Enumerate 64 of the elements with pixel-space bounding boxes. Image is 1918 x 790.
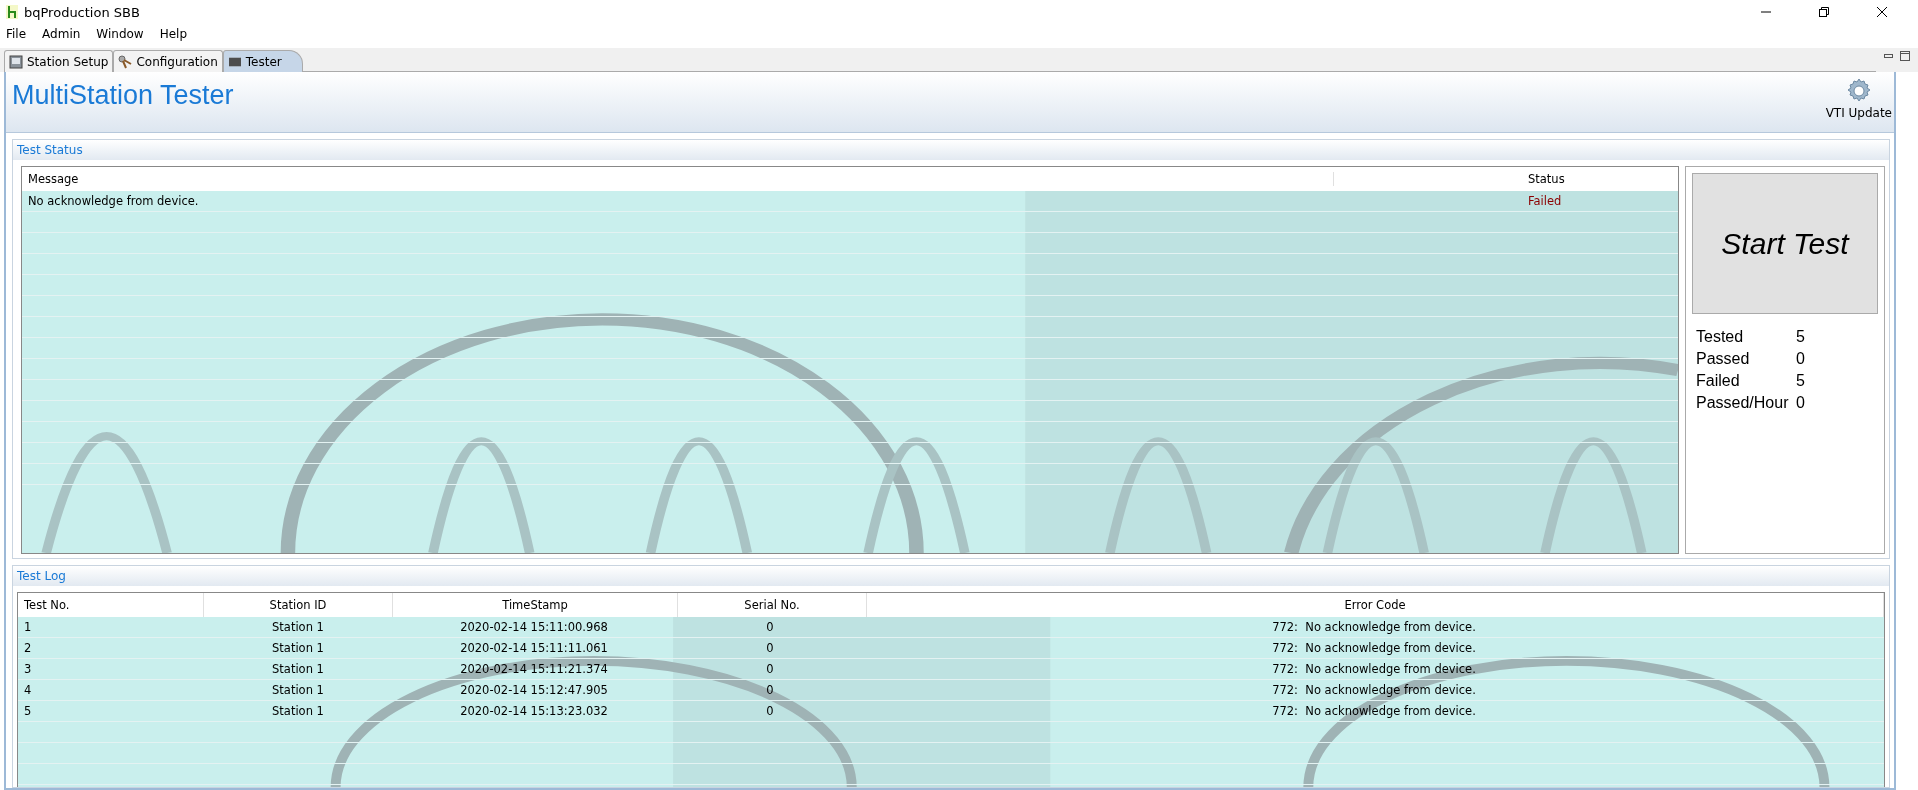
- view-tab[interactable]: Configuration: [113, 50, 223, 72]
- table-cell-text: 4: [23, 683, 33, 697]
- table-cell-text: 2020-02-14 15:11:00.968: [459, 620, 609, 634]
- table-cell-text: Station 1: [271, 641, 325, 655]
- menu-item[interactable]: Admin: [42, 27, 81, 41]
- close-icon[interactable]: [1876, 6, 1888, 18]
- menu-item[interactable]: Window: [96, 27, 144, 41]
- table-cell-text: 2020-02-14 15:13:23.032: [459, 704, 609, 718]
- table-cell-text: 2: [23, 641, 33, 655]
- restore-icon[interactable]: [1818, 6, 1830, 18]
- counter-label: Passed: [1696, 350, 1751, 368]
- counter-value: 5: [1796, 328, 1805, 346]
- table-cell-text: 1: [23, 620, 33, 634]
- menu-item[interactable]: File: [6, 27, 27, 41]
- table-cell-text: 0: [765, 662, 775, 676]
- table-cell-text: 0: [765, 620, 775, 634]
- column-header[interactable]: Message: [22, 172, 1334, 186]
- tools-icon: [118, 54, 133, 69]
- gear-icon: [1845, 78, 1872, 104]
- table-cell-text: 772: No acknowledge from device.: [1271, 662, 1477, 676]
- section-title: Test Log: [17, 569, 66, 583]
- table-cell-text: Station 1: [271, 620, 325, 634]
- column-header[interactable]: Serial No.: [678, 593, 867, 617]
- table-cell-text: 0: [765, 641, 775, 655]
- view-tab[interactable]: Station Setup: [4, 50, 114, 72]
- table-cell-text: 3: [23, 662, 33, 676]
- counter-value: 5: [1796, 372, 1805, 390]
- table-cell-text: 2020-02-14 15:12:47.905: [459, 683, 609, 697]
- table-cell-text: Failed: [1527, 194, 1563, 208]
- table-cell-text: Station 1: [271, 683, 325, 697]
- counter-label: Failed: [1696, 372, 1741, 390]
- window-title: bqProduction SBB: [24, 4, 140, 20]
- counter-label: Passed/Hour: [1696, 394, 1790, 412]
- table-cell-text: 2020-02-14 15:11:21.374: [459, 662, 609, 676]
- column-header[interactable]: TimeStamp: [393, 593, 678, 617]
- column-header[interactable]: Status: [1334, 172, 1678, 186]
- column-header[interactable]: Error Code: [867, 593, 1884, 617]
- counter-value: 0: [1796, 394, 1805, 412]
- table-cell-text: 772: No acknowledge from device.: [1271, 683, 1477, 697]
- table-cell-text: 0: [765, 683, 775, 697]
- column-header[interactable]: Station ID: [204, 593, 393, 617]
- table-cell-text: 772: No acknowledge from device.: [1271, 704, 1477, 718]
- minimize-view-icon[interactable]: [1884, 52, 1894, 60]
- counter-value: 0: [1796, 350, 1805, 368]
- menu-item[interactable]: Help: [159, 27, 188, 41]
- section-title: Test Status: [17, 143, 83, 157]
- table-cell-text: Station 1: [271, 704, 325, 718]
- column-header[interactable]: Test No.: [18, 593, 204, 617]
- table-cell-text: 0: [765, 704, 775, 718]
- table-cell-text: Station 1: [271, 662, 325, 676]
- start-test-button[interactable]: Start Test: [1692, 173, 1878, 314]
- table-cell-text: 772: No acknowledge from device.: [1271, 620, 1477, 634]
- counter-label: Tested: [1696, 328, 1745, 346]
- table-cell-text: No acknowledge from device.: [27, 194, 200, 208]
- table-cell-text: 2020-02-14 15:11:11.061: [459, 641, 609, 655]
- app-logo-icon: [6, 5, 18, 19]
- chip-icon: [227, 54, 242, 69]
- table-cell-text: 5: [23, 704, 33, 718]
- monitor-icon: [9, 54, 23, 69]
- page-title: MultiStation Tester: [11, 79, 234, 111]
- maximize-view-icon[interactable]: [1900, 51, 1910, 61]
- table-cell-text: 772: No acknowledge from device.: [1271, 641, 1477, 655]
- view-tab[interactable]: Tester: [222, 50, 303, 72]
- vti-update-button[interactable]: VTI Update: [1823, 72, 1894, 120]
